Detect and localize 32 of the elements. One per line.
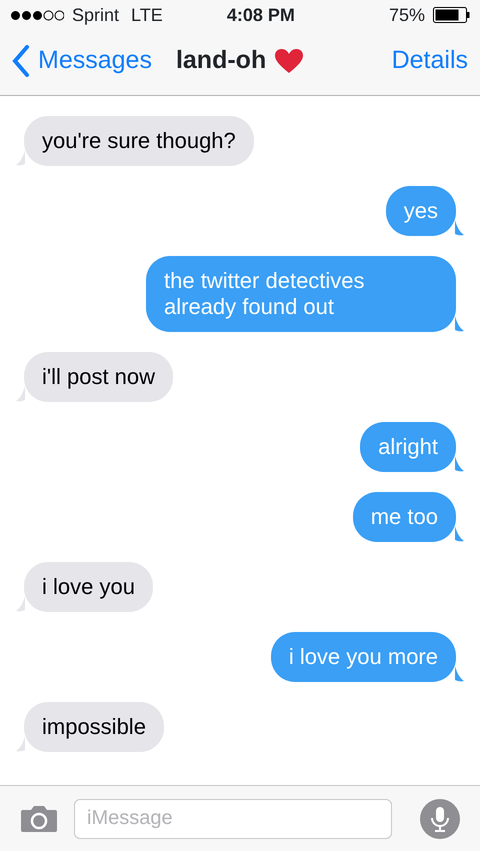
bubble-tail: [455, 316, 464, 332]
camera-icon[interactable]: [20, 804, 58, 832]
bubble-tail: [16, 596, 25, 612]
details-link[interactable]: Details: [392, 42, 468, 80]
message-bubble: alright: [360, 422, 456, 472]
bubble-tail: [455, 220, 464, 236]
message-bubble: impossible: [24, 702, 164, 752]
message-bubble: you're sure though?: [24, 116, 254, 166]
back-button[interactable]: Messages: [12, 42, 152, 80]
bubble-tail: [16, 736, 25, 752]
battery-icon: [433, 7, 470, 23]
bubble-tail: [455, 456, 464, 472]
message-bubble: yes: [386, 186, 456, 236]
message-bubble: the twitter detectives already found out: [146, 256, 456, 332]
message-bubble: me too: [352, 492, 456, 542]
bubble-tail: [455, 666, 464, 682]
signal-icon: [10, 10, 64, 20]
bubble-tail: [455, 526, 464, 542]
message-input[interactable]: iMessage: [74, 798, 392, 838]
network-type: LTE: [131, 4, 163, 26]
microphone-icon[interactable]: [420, 798, 460, 838]
chevron-left-icon: [12, 44, 30, 76]
battery-percent: 75%: [388, 4, 425, 26]
message-bubble: i love you: [24, 562, 153, 612]
conversation-title: land-oh: [176, 44, 266, 76]
bubble-tail: [16, 386, 25, 402]
bubble-tail: [16, 150, 25, 166]
message-bubble: i'll post now: [24, 352, 174, 402]
clock: 4:08 PM: [226, 4, 295, 26]
carrier-name: Sprint: [72, 4, 120, 27]
heart-icon: [274, 48, 304, 74]
message-bubble: i love you more: [270, 632, 456, 682]
